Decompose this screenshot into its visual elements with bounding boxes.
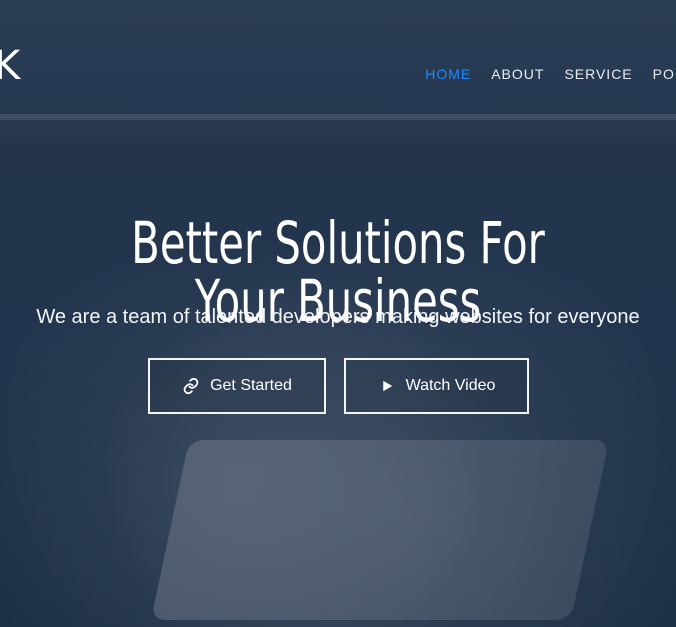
- navbar-bottom-border: [0, 114, 676, 120]
- nav-portfolio-link[interactable]: POR: [653, 66, 676, 82]
- nav-service-link[interactable]: SERVICE: [564, 66, 632, 82]
- nav-about-link[interactable]: ABOUT: [491, 66, 544, 82]
- watch-video-label: Watch Video: [405, 377, 496, 394]
- watch-video-button[interactable]: Watch Video: [344, 358, 529, 414]
- link-icon: [182, 377, 200, 395]
- play-icon: [378, 377, 396, 395]
- brand-logo[interactable]: K: [0, 46, 21, 86]
- get-started-label: Get Started: [210, 377, 292, 394]
- hero-subtitle: We are a team of talented developers mak…: [36, 306, 640, 328]
- get-started-button[interactable]: Get Started: [148, 358, 326, 414]
- main-menu: HOME ABOUT SERVICE POR: [425, 66, 676, 82]
- nav-home-link[interactable]: HOME: [425, 66, 471, 82]
